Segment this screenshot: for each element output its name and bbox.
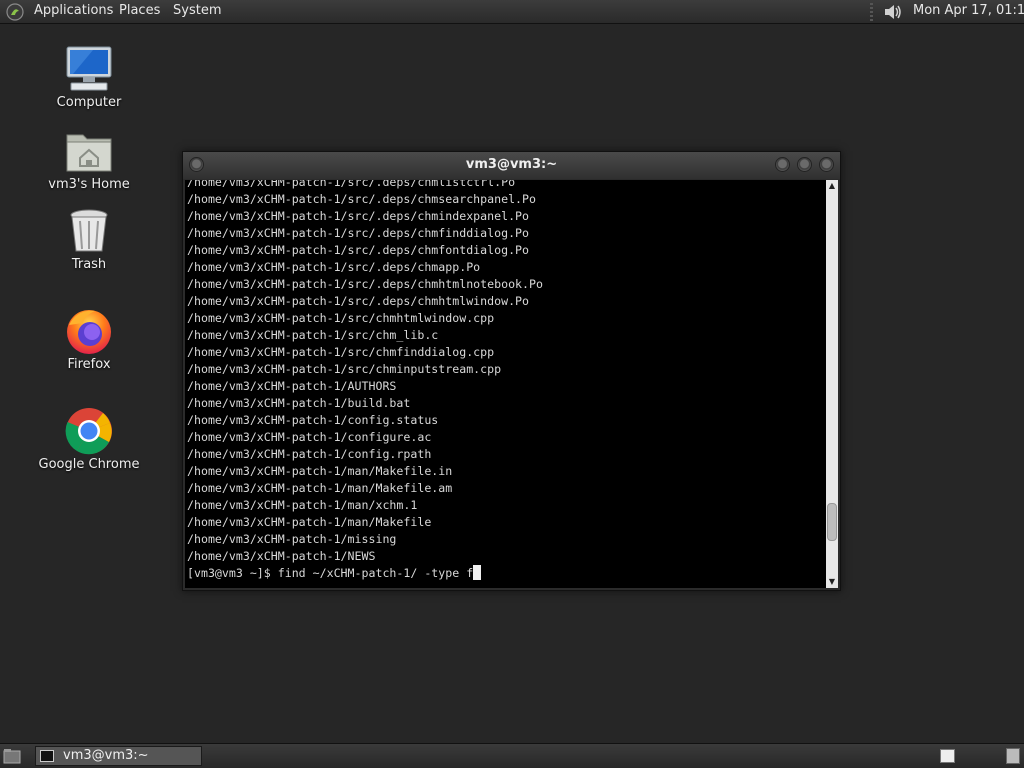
desktop-icon-label: vm3's Home (48, 177, 130, 192)
minimize-button[interactable] (775, 157, 790, 172)
vertical-scrollbar[interactable]: ▲ ▼ (826, 180, 838, 588)
terminal-line: /home/vm3/xCHM-patch-1/missing (187, 532, 397, 546)
speaker-icon[interactable] (882, 2, 904, 22)
clock[interactable]: Mon Apr 17, 01:19 (913, 3, 1024, 18)
terminal-line: /home/vm3/xCHM-patch-1/AUTHORS (187, 379, 397, 393)
desktop-icon-chrome[interactable]: Google Chrome (34, 407, 144, 472)
taskbar-terminal-button[interactable]: vm3@vm3:~ (35, 746, 202, 766)
computer-icon (63, 45, 115, 93)
system-menu[interactable]: System (173, 3, 221, 18)
terminal-line: /home/vm3/xCHM-patch-1/src/chminputstrea… (187, 362, 502, 376)
desktop-icon-label: Firefox (67, 357, 111, 372)
desktop-icon-label: Trash (71, 257, 107, 272)
terminal-line: /home/vm3/xCHM-patch-1/man/Makefile (187, 515, 432, 529)
window-title: vm3@vm3:~ (465, 157, 558, 172)
terminal-line: /home/vm3/xCHM-patch-1/src/chmhtmlwindow… (187, 311, 495, 325)
terminal-line: /home/vm3/xCHM-patch-1/man/Makefile.in (187, 464, 453, 478)
top-panel: Applications Places System Mon Apr 17, 0… (0, 0, 1024, 24)
terminal-line: /home/vm3/xCHM-patch-1/src/.deps/chmapp.… (187, 260, 481, 274)
chrome-icon (63, 407, 115, 455)
maximize-button[interactable] (797, 157, 812, 172)
terminal-line: /home/vm3/xCHM-patch-1/man/Makefile.am (187, 481, 453, 495)
window-titlebar[interactable]: vm3@vm3:~ (183, 152, 840, 179)
terminal-line: /home/vm3/xCHM-patch-1/src/chm_lib.c (187, 328, 439, 342)
applications-menu[interactable]: Applications (34, 3, 113, 18)
desktop-icon-home[interactable]: vm3's Home (34, 127, 144, 192)
panel-trash-icon[interactable] (1006, 748, 1020, 764)
workspace-switcher[interactable] (940, 749, 955, 763)
terminal-line: /home/vm3/xCHM-patch-1/src/.deps/chmfont… (187, 243, 530, 257)
close-button[interactable] (819, 157, 834, 172)
places-menu[interactable]: Places (119, 3, 160, 18)
terminal-line: /home/vm3/xCHM-patch-1/man/xchm.1 (187, 498, 418, 512)
terminal-line: /home/vm3/xCHM-patch-1/src/.deps/chmhtml… (187, 294, 530, 308)
terminal-line: /home/vm3/xCHM-patch-1/src/.deps/chmfind… (187, 226, 530, 240)
firefox-icon (63, 307, 115, 355)
show-desktop-icon[interactable] (3, 748, 21, 764)
terminal-line: /home/vm3/xCHM-patch-1/src/.deps/chmlist… (187, 180, 516, 189)
panel-separator (870, 3, 873, 21)
terminal-output[interactable]: /home/vm3/xCHM-patch-1/src/.deps/chmlist… (185, 180, 826, 588)
terminal-line: /home/vm3/xCHM-patch-1/src/.deps/chmhtml… (187, 277, 543, 291)
terminal-line: /home/vm3/xCHM-patch-1/configure.ac (187, 430, 432, 444)
terminal-line: /home/vm3/xCHM-patch-1/src/.deps/chmsear… (187, 192, 537, 206)
text-cursor (473, 565, 482, 580)
scrollbar-thumb[interactable] (827, 503, 837, 542)
desktop-icon-label: Computer (56, 95, 122, 110)
desktop-icon-firefox[interactable]: Firefox (34, 307, 144, 372)
gnome-foot-icon[interactable] (6, 3, 24, 21)
terminal-window[interactable]: vm3@vm3:~ /home/vm3/xCHM-patch-1/src/.de… (182, 151, 841, 591)
terminal-icon (40, 750, 54, 762)
taskbar-label: vm3@vm3:~ (63, 748, 149, 763)
desktop-icon-computer[interactable]: Computer (34, 45, 144, 110)
desktop-icon-label: Google Chrome (38, 457, 140, 472)
desktop-icon-trash[interactable]: Trash (34, 207, 144, 272)
terminal-prompt: [vm3@vm3 ~]$ find ~/xCHM-patch-1/ -type … (187, 566, 474, 580)
bottom-panel: vm3@vm3:~ (0, 743, 1024, 768)
terminal-line: /home/vm3/xCHM-patch-1/NEWS (187, 549, 376, 563)
home-folder-icon (63, 127, 115, 175)
terminal-line: /home/vm3/xCHM-patch-1/src/chmfinddialog… (187, 345, 495, 359)
terminal-line: /home/vm3/xCHM-patch-1/config.rpath (187, 447, 432, 461)
scroll-up-arrow-icon[interactable]: ▲ (826, 180, 838, 192)
trash-icon (63, 207, 115, 255)
terminal-line: /home/vm3/xCHM-patch-1/src/.deps/chminde… (187, 209, 530, 223)
scroll-down-arrow-icon[interactable]: ▼ (826, 576, 838, 588)
terminal-prompt-line[interactable]: [vm3@vm3 ~]$ find ~/xCHM-patch-1/ -type … (185, 565, 826, 582)
terminal-line: /home/vm3/xCHM-patch-1/build.bat (187, 396, 411, 410)
terminal-line: /home/vm3/xCHM-patch-1/config.status (187, 413, 439, 427)
